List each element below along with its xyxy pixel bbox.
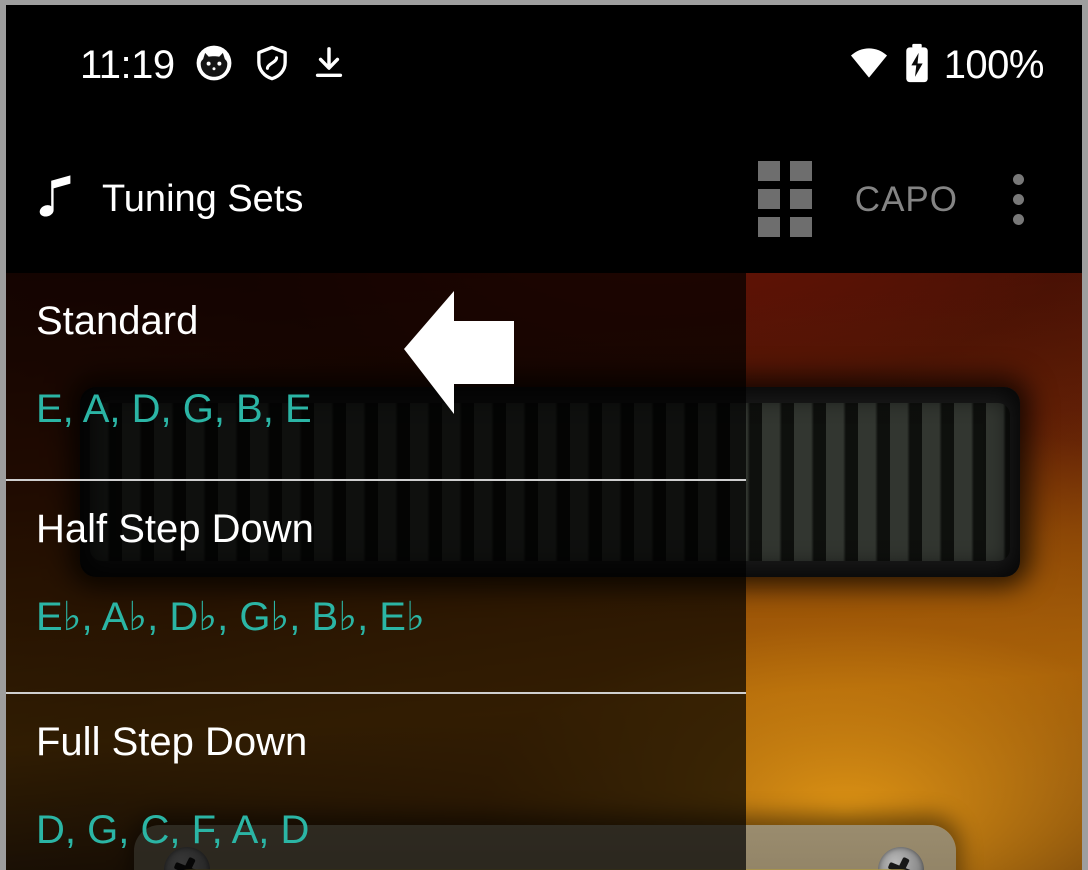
battery-percent-label: 100% [943,43,1045,87]
tuning-notes: E♭, A♭, D♭, G♭, B♭, E♭ [36,595,425,639]
grid-view-button[interactable] [737,151,833,247]
capo-label: CAPO [854,179,958,219]
tuning-name: Full Step Down [36,720,308,764]
wifi-icon [848,46,890,85]
app-bar: Tuning Sets CAPO [6,125,1082,273]
shield-icon [253,44,291,87]
overflow-menu-button[interactable] [980,151,1056,247]
amp-screw-right-icon [878,847,924,870]
cat-face-icon [195,44,233,87]
left-pointing-arrow-annotation [402,288,516,416]
tuning-name: Half Step Down [36,507,314,551]
device-frame: 11:19 100% Tuning Sets CAPO Standard E, … [0,0,1088,870]
capo-button[interactable]: CAPO [833,151,980,247]
overflow-dot [1012,173,1024,185]
overflow-dot [1012,193,1024,205]
tuning-notes: D, G, C, F, A, D [36,808,310,852]
tuning-notes: E, A, D, G, B, E [36,387,312,431]
grid-view-icon [757,161,812,237]
tuning-name: Standard [36,299,199,343]
list-item[interactable]: Standard E, A, D, G, B, E [6,273,746,481]
page-title: Tuning Sets [102,178,304,220]
overflow-dot [1012,213,1024,225]
status-bar-left-group: 11:19 [80,5,347,125]
list-item[interactable]: Full Step Down D, G, C, F, A, D [6,694,746,870]
app-bar-actions: CAPO [737,125,1056,273]
tuning-sets-list: Standard E, A, D, G, B, E Half Step Down… [6,273,746,870]
music-note-icon [36,173,76,226]
download-icon [311,44,347,87]
phone-screen: 11:19 100% Tuning Sets CAPO Standard E, … [6,5,1082,870]
list-item[interactable]: Half Step Down E♭, A♭, D♭, G♭, B♭, E♭ [6,481,746,694]
status-bar-clock: 11:19 [80,43,175,87]
status-bar: 11:19 100% [6,5,1082,125]
battery-charging-icon [904,43,930,88]
status-bar-right-group: 100% [848,5,1045,125]
app-bar-title-group: Tuning Sets [36,125,303,273]
